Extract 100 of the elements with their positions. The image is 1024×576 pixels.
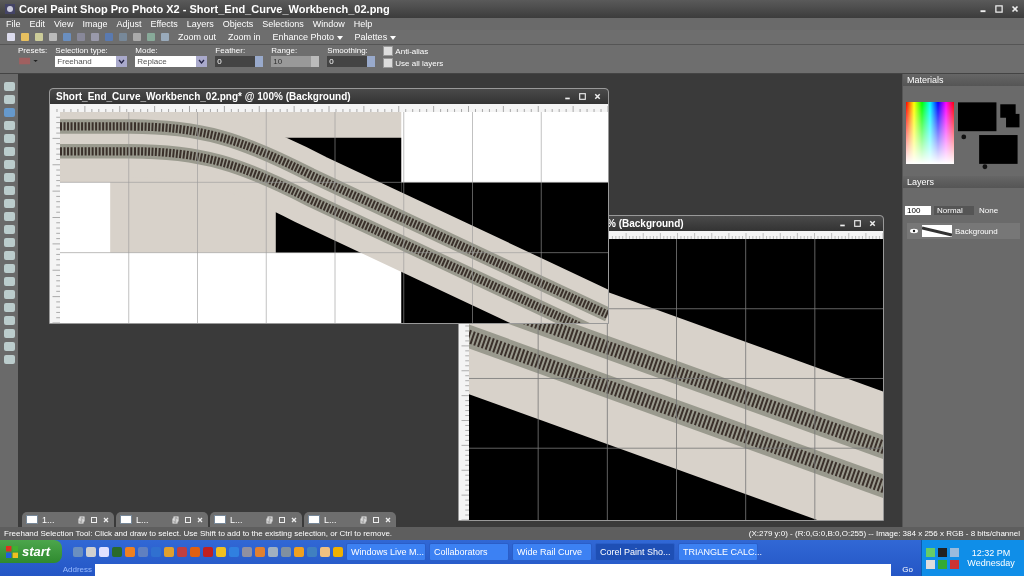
tool-icon[interactable] — [3, 134, 15, 143]
layer-name: Background — [955, 226, 998, 236]
tool-icon[interactable] — [3, 342, 15, 351]
taskbar-button[interactable]: Wide Rail Curve — [512, 542, 592, 561]
taskbar-button[interactable]: Corel Paint Sho... — [595, 542, 675, 561]
maximize-icon[interactable] — [90, 515, 98, 524]
quick-launch-icon[interactable] — [86, 546, 96, 557]
blend-mode-dropdown[interactable]: Normal — [934, 206, 974, 215]
maximize-icon[interactable] — [853, 219, 862, 228]
zoom-button[interactable]: Zoom in — [224, 32, 265, 42]
tool-icon[interactable] — [3, 108, 15, 117]
status-hint: Freehand Selection Tool: Click and draw to select. Use Shift to add to the existing selection, or Ctrl to remove. — [4, 529, 393, 538]
dropdown-arrow-icon[interactable] — [116, 56, 128, 67]
tool-icon[interactable] — [3, 212, 15, 221]
tool-icon[interactable] — [3, 238, 15, 247]
quick-launch-icon[interactable] — [294, 546, 304, 557]
dropdown-arrow-icon[interactable] — [196, 56, 208, 67]
eye-icon[interactable] — [909, 228, 919, 234]
tool-icon[interactable] — [3, 329, 15, 338]
quick-launch-icon[interactable] — [255, 546, 265, 557]
quick-launch-icon[interactable] — [320, 546, 330, 557]
close-icon[interactable] — [593, 92, 602, 101]
mask-dropdown[interactable]: None — [977, 206, 1001, 215]
tool-icon[interactable] — [3, 264, 15, 273]
maximize-icon[interactable] — [278, 515, 286, 524]
tool-icon[interactable] — [3, 160, 15, 169]
tool-icon[interactable] — [3, 277, 15, 286]
close-icon[interactable] — [868, 219, 877, 228]
image-thumbnail-icon — [214, 515, 226, 524]
address-field[interactable] — [95, 563, 892, 576]
color-swatches-drawing[interactable] — [957, 102, 1021, 170]
quick-launch-icon[interactable] — [125, 546, 135, 557]
tool-icon[interactable] — [3, 355, 15, 364]
menu-item[interactable]: Effects — [150, 19, 178, 29]
menu-item[interactable]: Layers — [186, 19, 214, 29]
image-thumbnail-icon — [120, 515, 132, 524]
menu-item[interactable]: View — [54, 19, 74, 29]
tool-icon[interactable] — [3, 121, 15, 130]
maximize-icon[interactable] — [372, 515, 380, 524]
restore-icon[interactable] — [360, 515, 368, 524]
tool-icon[interactable] — [3, 95, 15, 104]
menu-item[interactable]: Objects — [222, 19, 254, 29]
menu-item[interactable]: Image — [82, 19, 108, 29]
taskbar-button[interactable]: Windows Live M... — [346, 542, 426, 561]
go-button[interactable]: Go — [894, 563, 921, 576]
zoom-button[interactable]: Zoom out — [174, 32, 221, 42]
menu-item[interactable]: Help — [353, 19, 373, 29]
layer-row[interactable]: Background — [907, 223, 1020, 239]
tool-icon[interactable] — [3, 147, 15, 156]
maximize-icon[interactable] — [184, 515, 192, 524]
field-label: Range: — [271, 46, 299, 55]
close-icon[interactable] — [1010, 4, 1020, 14]
tool-icon[interactable] — [3, 173, 15, 182]
quick-launch-icon[interactable] — [268, 546, 278, 557]
tool-icon[interactable] — [3, 225, 15, 234]
close-icon[interactable] — [102, 515, 110, 524]
maximize-icon[interactable] — [578, 92, 587, 101]
close-icon[interactable] — [290, 515, 298, 524]
restore-icon[interactable] — [994, 4, 1004, 14]
restore-icon[interactable] — [172, 515, 180, 524]
restore-icon[interactable] — [78, 515, 86, 524]
field-label: Mode: — [135, 46, 159, 55]
minimized-window[interactable]: L... — [116, 512, 208, 527]
color-spectrum[interactable] — [906, 102, 954, 164]
tool-icon[interactable] — [3, 82, 15, 91]
checkbox[interactable] — [383, 58, 394, 68]
menu-item[interactable]: Adjust — [116, 19, 142, 29]
restore-icon[interactable] — [266, 515, 274, 524]
quick-launch-icon[interactable] — [164, 546, 174, 557]
tool-icon[interactable] — [3, 316, 15, 325]
taskbar-button[interactable]: Collaborators — [429, 542, 509, 561]
checkbox-label: Use all layers — [395, 58, 444, 68]
spinner-field[interactable]: 0 — [327, 56, 376, 67]
tool-icon[interactable] — [3, 303, 15, 312]
palette-title: Layers — [907, 177, 934, 187]
quick-launch-icon[interactable] — [242, 546, 252, 557]
tool-icon[interactable] — [3, 251, 15, 260]
start-button[interactable]: start — [0, 540, 62, 563]
quick-launch-icon[interactable] — [216, 546, 226, 557]
spinner-field[interactable]: 0 — [215, 56, 264, 67]
close-icon[interactable] — [384, 515, 392, 524]
menu-item[interactable]: Edit — [29, 19, 46, 29]
checkbox[interactable] — [383, 46, 394, 56]
dropdown-field[interactable]: Replace — [135, 56, 208, 67]
minimized-window[interactable]: L... — [304, 512, 396, 527]
quick-launch-icon[interactable] — [333, 546, 343, 557]
toolbar-menu-button[interactable]: Enhance Photo — [268, 32, 347, 42]
toolbar-menu-button[interactable]: Palettes — [350, 32, 400, 42]
tool-icon[interactable] — [3, 290, 15, 299]
menu-item[interactable]: File — [6, 19, 21, 29]
tool-icon[interactable] — [3, 186, 15, 195]
quick-launch-icon[interactable] — [99, 546, 109, 557]
opacity-field[interactable]: 100 — [905, 206, 931, 215]
minimized-window[interactable]: L... — [210, 512, 302, 527]
close-icon[interactable] — [196, 515, 204, 524]
tool-icon[interactable] — [3, 199, 15, 208]
menu-item[interactable]: Selections — [262, 19, 304, 29]
menu-item[interactable]: Window — [312, 19, 345, 29]
minimized-window[interactable]: 1... — [22, 512, 114, 527]
dropdown-field[interactable]: Freehand — [55, 56, 128, 67]
